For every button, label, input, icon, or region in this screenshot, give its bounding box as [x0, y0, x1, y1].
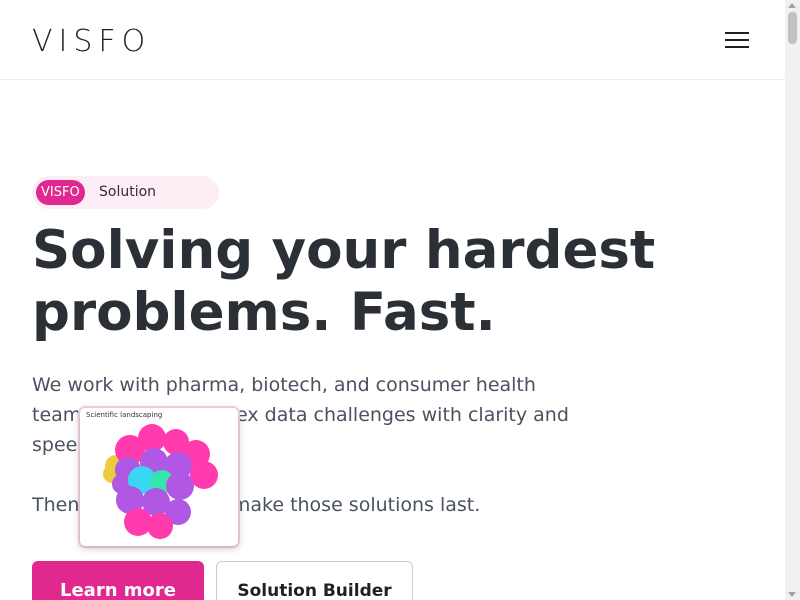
scientific-landscaping-card: Scientific landscaping — [80, 408, 238, 546]
pill-label: Solution — [99, 184, 157, 200]
hero-title-line-2: problems. Fast. — [32, 282, 496, 343]
vertical-scrollbar[interactable] — [785, 0, 800, 600]
pill-tag: VISFO — [36, 180, 85, 205]
solution-builder-button[interactable]: Solution Builder — [216, 561, 413, 600]
solution-pill-badge: VISFO Solution — [32, 176, 219, 209]
hero-title: Solving your hardest problems. Fast. — [32, 220, 732, 344]
hero-title-line-1: Solving your hardest — [32, 220, 656, 281]
site-header: VISFO — [0, 0, 785, 80]
scroll-down-arrow-icon[interactable] — [788, 592, 796, 597]
hamburger-menu-icon[interactable] — [722, 26, 752, 54]
menu-line — [725, 46, 749, 48]
menu-line — [725, 32, 749, 34]
learn-more-button[interactable]: Learn more — [32, 561, 204, 600]
bubble-cluster-illustration — [103, 424, 218, 539]
scroll-thumb[interactable] — [788, 12, 797, 44]
site-logo[interactable]: VISFO — [32, 24, 151, 59]
scroll-up-arrow-icon[interactable] — [788, 3, 796, 8]
menu-line — [725, 39, 749, 41]
